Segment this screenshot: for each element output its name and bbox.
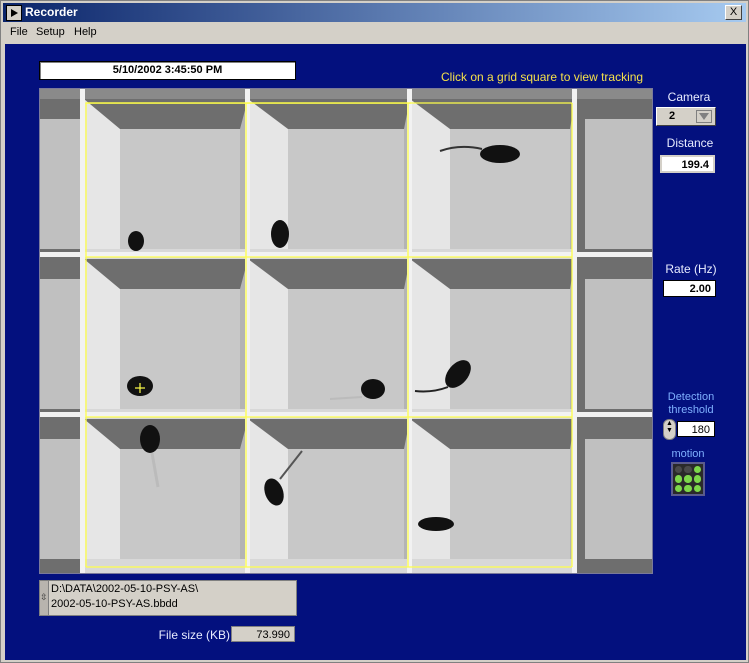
- dropdown-arrow-icon[interactable]: [696, 110, 712, 123]
- menu-bar: File Setup Help: [3, 24, 746, 43]
- camera-label: Camera: [667, 90, 711, 104]
- menu-help[interactable]: Help: [74, 26, 97, 38]
- video-frame[interactable]: [40, 89, 652, 573]
- motion-led: [693, 484, 701, 492]
- datetime-display: 5/10/2002 3:45:50 PM: [39, 61, 296, 80]
- recorder-window: Recorder X File Setup Help 5/10/2002 3:4…: [0, 0, 749, 663]
- close-button[interactable]: X: [725, 5, 742, 20]
- menu-setup[interactable]: Setup: [36, 26, 65, 38]
- motion-led: [675, 484, 683, 492]
- distance-label: Distance: [666, 136, 714, 150]
- camera-video-view[interactable]: [39, 88, 653, 574]
- camera-value: 2: [669, 110, 676, 122]
- grid-hint-text: Click on a grid square to view tracking: [441, 70, 644, 84]
- file-path-line1: D:\DATA\2002-05-10-PSY-AS\: [51, 583, 199, 595]
- motion-led: [684, 466, 692, 474]
- labview-app-icon: [6, 5, 22, 21]
- window-title: Recorder: [25, 5, 78, 19]
- file-path-display: D:\DATA\2002-05-10-PSY-AS\ 2002-05-10-PS…: [39, 580, 297, 616]
- threshold-spinner-icon[interactable]: ▲ ▼: [663, 419, 676, 440]
- threshold-label-line1: Detection: [667, 391, 715, 403]
- motion-led-grid: [671, 462, 705, 496]
- filesize-value: 73.990: [231, 626, 295, 642]
- motion-led: [684, 475, 692, 483]
- title-bar[interactable]: Recorder X: [3, 3, 746, 22]
- front-panel: 5/10/2002 3:45:50 PM Click on a grid squ…: [5, 44, 746, 660]
- distance-value: 199.4: [660, 155, 715, 173]
- motion-led: [693, 466, 701, 474]
- threshold-label-line2: threshold: [668, 404, 714, 416]
- motion-led: [684, 484, 692, 492]
- filesize-label: File size (KB): [158, 628, 230, 642]
- menu-file[interactable]: File: [10, 26, 28, 38]
- camera-select[interactable]: 2: [656, 107, 716, 126]
- file-path-scrollbar[interactable]: [40, 581, 49, 615]
- motion-led: [675, 466, 683, 474]
- rate-value[interactable]: 2.00: [663, 280, 716, 297]
- motion-led: [675, 475, 683, 483]
- motion-label: motion: [671, 448, 705, 460]
- rate-label: Rate (Hz): [665, 262, 717, 276]
- motion-led: [693, 475, 701, 483]
- file-path-line2: 2002-05-10-PSY-AS.bbdd: [51, 598, 178, 610]
- threshold-value[interactable]: 180: [677, 421, 715, 437]
